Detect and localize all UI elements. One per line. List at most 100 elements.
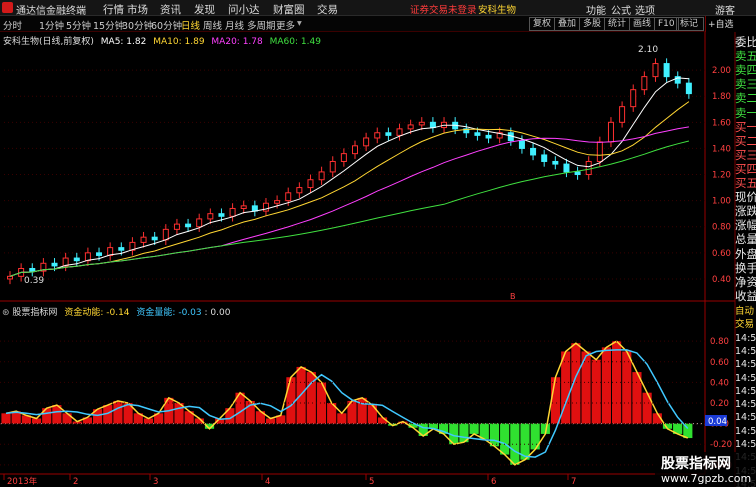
high-annotation: 2.10 (638, 45, 658, 55)
price-tick-label: 1.60 (712, 118, 731, 128)
f2-value: -0.03 (178, 308, 202, 318)
sidebar-label: 买四 (735, 161, 756, 176)
candle-body (196, 218, 203, 228)
price-legend: 安科生物(日线,前复权) MA5: 1.82 MA10: 1.89 MA20: … (3, 34, 321, 47)
candle-body (296, 187, 303, 194)
sidebar-label: 14:5 (735, 385, 756, 397)
sidebar-label: 换手 (735, 260, 756, 275)
indicator-bar (62, 413, 72, 424)
sidebar-label: 委比 (735, 35, 756, 49)
gear-icon[interactable]: ⊛ (2, 308, 10, 318)
candle-body (218, 213, 225, 217)
chart-canvas: 2.00 1.80 1.60 1.40 1.20 1.00 0.80 0.60 0.40 0.8… (0, 32, 736, 487)
candle-body (396, 128, 403, 136)
candle-body (173, 223, 180, 230)
price-tick-label: 0.60 (712, 249, 731, 259)
candle-body (385, 132, 392, 136)
price-tick-label: 1.20 (712, 171, 731, 181)
indicator-bar (591, 359, 601, 424)
ma10-label: MA10: 1.89 (153, 37, 205, 47)
f1-value: -0.14 (106, 308, 130, 318)
candle-body (29, 268, 36, 272)
sidebar-label: 14:5 (735, 332, 756, 344)
sidebar-label: 外盘 (735, 246, 756, 261)
sidebar-label: 买五 (735, 176, 756, 190)
candle-body (274, 200, 281, 204)
candle-body (630, 89, 637, 108)
date-tick-label: 2013年 (7, 476, 38, 487)
sidebar-label: 14:5 (735, 439, 756, 450)
candle-body (641, 76, 648, 91)
candle-body (207, 213, 214, 220)
candle-body (685, 82, 692, 95)
candle-body (285, 192, 292, 202)
indicator-title[interactable]: 股票指标网 (12, 308, 57, 318)
sidebar-label: 14:5 (735, 345, 756, 357)
candle-body (552, 160, 559, 165)
price-tick-label: 0.80 (712, 223, 731, 233)
sidebar-label: 14:5 (735, 399, 756, 411)
chart-title: 安科生物(日线,前复权) (3, 37, 94, 47)
ma60-label: MA60: 1.49 (269, 37, 321, 47)
ma5-label: MA5: 1.82 (100, 37, 147, 47)
candle-body (96, 252, 103, 256)
sidebar-label: 卖一 (735, 105, 756, 120)
candle-body (140, 236, 147, 243)
price-tick-label: 2.00 (712, 66, 731, 76)
candle-body (619, 106, 626, 123)
sidebar-label: 涨跌 (735, 204, 756, 219)
quote-sidebar: 委比 卖五 卖四 卖三 卖二 卖一 买一 买二 买三 买四 买五 现价 涨跌 涨幅 总量 外盘 换手 净资 收益 (735, 32, 756, 303)
sidebar-label: 净资 (735, 274, 756, 289)
candle-body (340, 153, 347, 162)
indicator-current-value: 0.04 (708, 417, 727, 427)
indicator-tick-label: 0.80 (710, 337, 729, 347)
sidebar-label: 交易 (735, 319, 755, 331)
candle-body (607, 121, 614, 143)
indicator-bar (642, 392, 652, 424)
candle-body (585, 160, 592, 176)
indicator-bar (510, 423, 520, 465)
sidebar-label: 买二 (735, 133, 756, 148)
price-tick-label: 0.40 (712, 275, 731, 285)
candle-body (530, 147, 537, 156)
candle-body (51, 262, 58, 267)
candle-body (418, 121, 425, 126)
price-tick-label: 1.40 (712, 144, 731, 154)
indicator-tick-label: 0.60 (710, 358, 729, 368)
indicator-bar (357, 397, 367, 424)
price-tick-label: 1.00 (712, 197, 731, 207)
candle-body (563, 163, 570, 173)
indicator-bar (500, 423, 510, 455)
date-tick-label: 7 (571, 477, 576, 487)
sidebar-label: 收益 (735, 288, 756, 303)
candle-body (162, 228, 169, 241)
indicator-bar (550, 377, 561, 424)
candle-body (574, 171, 581, 176)
sidebar-label: 14:5 (735, 359, 756, 371)
watermark-title: 股票指标网 (661, 456, 731, 472)
candle-body (652, 63, 659, 78)
sidebar-label: 买三 (735, 147, 756, 162)
b-marker: B (510, 292, 516, 301)
candle-body (329, 160, 336, 173)
ma5-line (9, 77, 689, 277)
candle-body (307, 179, 314, 189)
f1-label: 资金动能: (64, 308, 104, 318)
low-annotation: 0.39 (24, 276, 44, 286)
candle-body (596, 141, 603, 162)
f3-value: : 0.00 (204, 308, 231, 318)
indicator-legend: ⊛ 股票指标网 资金动能: -0.14 资金量能: -0.03 : 0.00 (2, 305, 230, 318)
indicator-bar (286, 377, 296, 424)
candle-body (118, 247, 125, 251)
candle-body (374, 132, 381, 139)
indicator-bar (622, 351, 632, 424)
price-tick-label: 1.80 (712, 92, 731, 102)
indicator-bar (113, 400, 123, 424)
date-tick-label: 2 (73, 477, 78, 487)
date-axis: 2013年 2 3 4 5 6 7 (3, 474, 576, 487)
candle-body (518, 140, 525, 149)
indicator-bar (489, 423, 500, 447)
date-tick-label: 5 (369, 477, 374, 487)
sidebar-label: 买一 (735, 119, 756, 134)
terminal-window: 通达信金融终端 行情 市场 资讯 发现 问小达 财富圈 交易 证券交易未登录 安… (0, 0, 756, 487)
